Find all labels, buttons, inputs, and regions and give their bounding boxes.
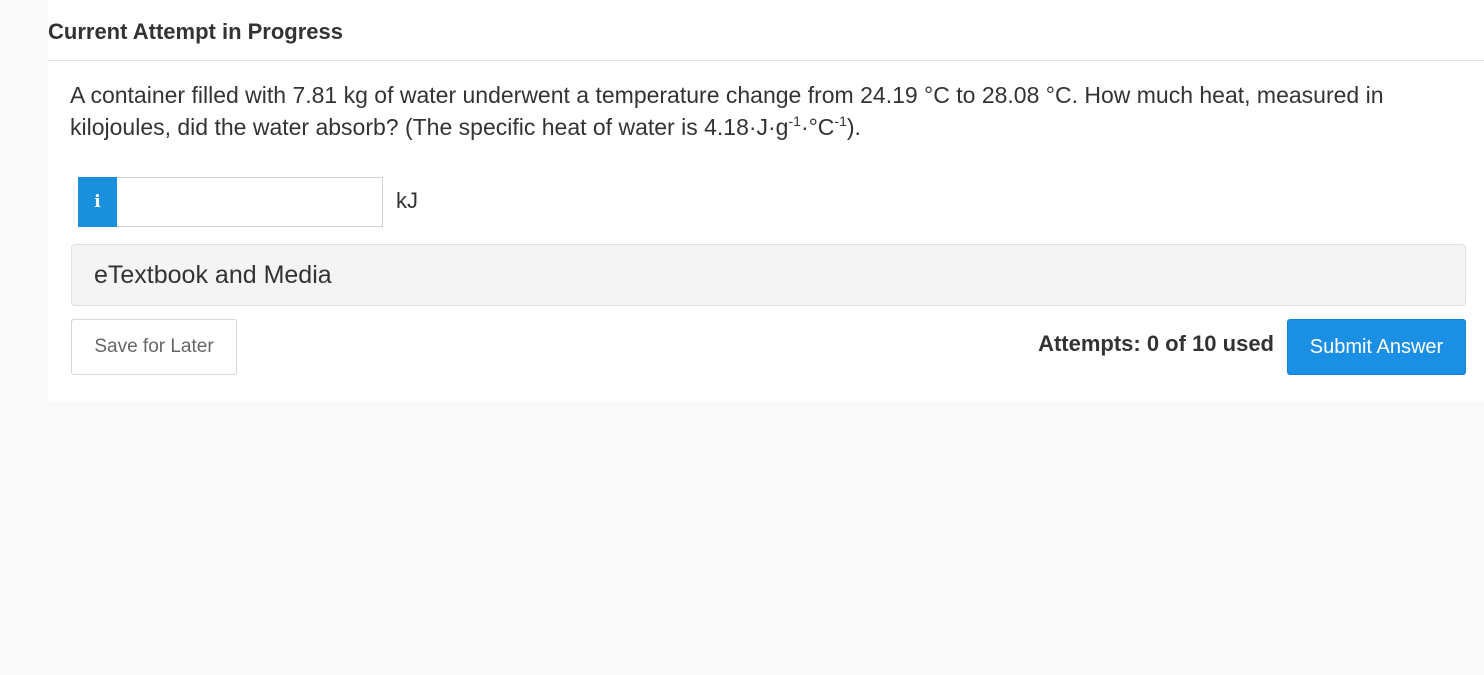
unit-label: kJ bbox=[396, 188, 418, 213]
question-text: A container filled with 7.81 kg of water… bbox=[70, 79, 1450, 143]
save-for-later-button[interactable]: Save for Later bbox=[71, 319, 237, 375]
question-unit-degree: ·°C bbox=[800, 114, 835, 140]
attempts-counter: Attempts: 0 of 10 used bbox=[1038, 331, 1274, 356]
info-icon[interactable]: i bbox=[78, 177, 117, 227]
question-panel: Current Attempt in Progress A container … bbox=[48, 0, 1484, 401]
page: Current Attempt in Progress A container … bbox=[0, 0, 1484, 675]
exponent-g: -1 bbox=[788, 113, 801, 129]
etextbook-label: eTextbook and Media bbox=[94, 261, 332, 289]
submit-answer-button[interactable]: Submit Answer bbox=[1287, 319, 1466, 375]
etextbook-media-panel[interactable]: eTextbook and Media bbox=[71, 244, 1466, 306]
page-title: Current Attempt in Progress bbox=[48, 19, 344, 44]
answer-input[interactable] bbox=[117, 177, 383, 227]
question-tail: ). bbox=[846, 114, 861, 140]
question-body: A container filled with 7.81 kg of water… bbox=[70, 82, 1384, 140]
exponent-c: -1 bbox=[834, 113, 847, 129]
attempt-header: Current Attempt in Progress bbox=[48, 0, 1484, 61]
